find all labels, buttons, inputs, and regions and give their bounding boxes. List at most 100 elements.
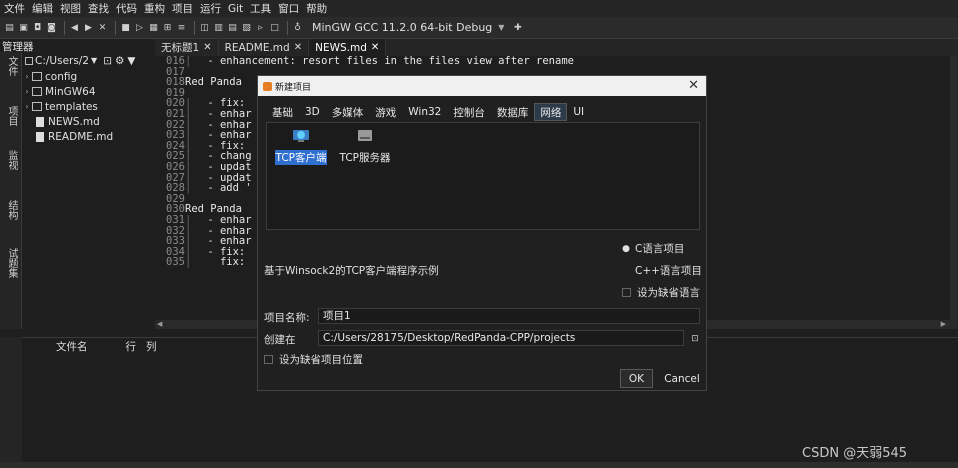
options-icon[interactable]: ≡ — [176, 22, 187, 33]
editor-vertical-scrollbar[interactable] — [950, 56, 958, 320]
run-icon[interactable]: ▷ — [134, 22, 145, 33]
toolbar: ▤ ▣ ◘ ◙ ◀ ▶ ✕ ■ ▷ ▦ ⊞ ≡ ◫ ▥ ▤ ▧ ▹ □ ♁ Mi… — [0, 17, 958, 39]
menu-git[interactable]: Git — [228, 3, 243, 15]
tab-project[interactable]: 项目 — [3, 106, 19, 126]
tree-item-news[interactable]: NEWS.md — [22, 114, 150, 129]
status-bar — [0, 462, 958, 468]
code-text: - enhancement: resort files in the files… — [201, 56, 574, 67]
radio-cpp-project[interactable]: C++语言项目 — [622, 263, 702, 278]
menu-window[interactable]: 窗口 — [278, 1, 299, 16]
template-tcp-server[interactable]: TCP服务器 — [337, 128, 393, 165]
profile-icon[interactable]: ♁ — [292, 22, 303, 33]
path-bar[interactable]: C:/Users/2 ▼ ⊡ ⚙ ▼ — [22, 52, 150, 69]
tab-console[interactable]: 控制台 — [447, 103, 491, 121]
settings-icon[interactable]: ⚙ — [115, 55, 124, 67]
scroll-left-icon[interactable]: ◀ — [157, 320, 162, 328]
chevron-down-icon: ▼ — [498, 23, 505, 32]
code-text: - enhar — [201, 107, 252, 120]
step-over-icon[interactable]: ▥ — [213, 22, 224, 33]
scroll-right-icon[interactable]: ▶ — [941, 320, 946, 328]
radio-c-project[interactable]: ● C语言项目 — [622, 241, 684, 256]
cancel-button[interactable]: Cancel — [663, 369, 701, 388]
menu-project[interactable]: 项目 — [172, 1, 193, 16]
stop-icon[interactable]: □ — [269, 22, 280, 33]
compiler-options-icon[interactable]: ✚ — [512, 22, 523, 33]
checkbox-default-language[interactable]: 设为缺省语言 — [622, 285, 700, 300]
menu-view[interactable]: 视图 — [60, 1, 81, 16]
menu-edit[interactable]: 编辑 — [32, 1, 53, 16]
template-tcp-client[interactable]: TCP客户端 — [273, 128, 329, 165]
location-input[interactable]: C:/Users/28175/Desktop/RedPanda-CPP/proj… — [318, 330, 684, 346]
close-icon[interactable]: ✕ — [203, 42, 211, 53]
tab-watch[interactable]: 监视 — [3, 150, 19, 170]
compile-icon[interactable]: ■ — [120, 22, 131, 33]
tree-item-mingw64[interactable]: › MinGW64 — [22, 84, 150, 99]
tab-readme[interactable]: README.md ✕ — [219, 39, 310, 56]
col-line[interactable]: 行 — [126, 339, 137, 354]
tab-files[interactable]: 文件 — [3, 56, 19, 76]
open-file-icon[interactable]: ▣ — [18, 22, 29, 33]
save-all-icon[interactable]: ◙ — [46, 22, 57, 33]
folder-icon — [32, 72, 42, 81]
tab-3d[interactable]: 3D — [299, 103, 326, 121]
checkbox-default-location[interactable]: 设为缺省项目位置 — [264, 352, 363, 367]
tab-game[interactable]: 游戏 — [369, 103, 402, 121]
tab-problem-set[interactable]: 试题集 — [3, 248, 19, 278]
continue-icon[interactable]: ▹ — [255, 22, 266, 33]
tab-news[interactable]: NEWS.md ✕ — [309, 39, 387, 56]
tab-untitled[interactable]: 无标题1 ✕ — [155, 39, 219, 56]
col-filename[interactable]: 文件名 — [56, 339, 88, 354]
menu-file[interactable]: 文件 — [4, 1, 25, 16]
new-file-icon[interactable]: ▤ — [4, 22, 15, 33]
menu-refactor[interactable]: 重构 — [144, 1, 165, 16]
menu-search[interactable]: 查找 — [88, 1, 109, 16]
file-icon — [36, 131, 44, 142]
browse-folder-icon[interactable]: ⊡ — [689, 334, 701, 346]
back-icon[interactable]: ◀ — [69, 22, 80, 33]
col-column[interactable]: 列 — [146, 339, 157, 354]
menu-help[interactable]: 帮助 — [306, 1, 327, 16]
tab-basic[interactable]: 基础 — [266, 103, 299, 121]
menu-run[interactable]: 运行 — [200, 1, 221, 16]
tab-database[interactable]: 数据库 — [491, 103, 535, 121]
code-text: fix: — [201, 256, 246, 269]
tab-win32[interactable]: Win32 — [402, 103, 447, 121]
tree-item-label: config — [45, 70, 78, 83]
debug-icon[interactable]: ◫ — [199, 22, 210, 33]
project-name-input[interactable]: 项目1 — [318, 308, 700, 324]
close-icon[interactable]: ✕ — [688, 78, 699, 93]
step-into-icon[interactable]: ▤ — [227, 22, 238, 33]
locate-icon[interactable]: ⊡ — [103, 55, 112, 67]
rebuild-icon[interactable]: ⊞ — [162, 22, 173, 33]
close-icon[interactable]: ✕ — [371, 42, 379, 53]
tab-structure[interactable]: 结构 — [3, 200, 19, 220]
step-out-icon[interactable]: ▧ — [241, 22, 252, 33]
tree-item-config[interactable]: › config — [22, 69, 150, 84]
close-icon[interactable]: ✕ — [294, 42, 302, 53]
code-icon[interactable]: ✕ — [97, 22, 108, 33]
forward-icon[interactable]: ▶ — [83, 22, 94, 33]
folder-icon — [25, 56, 33, 65]
tab-label: NEWS.md — [315, 41, 367, 54]
save-icon[interactable]: ◘ — [32, 22, 43, 33]
chevron-right-icon: › — [25, 102, 29, 111]
menu-code[interactable]: 代码 — [116, 1, 137, 16]
tree-item-readme[interactable]: README.md — [22, 129, 150, 144]
tree-item-templates[interactable]: › templates — [22, 99, 150, 114]
menu-tools[interactable]: 工具 — [250, 1, 271, 16]
ok-button[interactable]: OK — [620, 369, 653, 388]
tab-multimedia[interactable]: 多媒体 — [326, 103, 370, 121]
line-number: 031 — [166, 213, 185, 226]
compile-run-icon[interactable]: ▦ — [148, 22, 159, 33]
fold-guide: | — [185, 182, 192, 195]
server-icon — [358, 130, 372, 141]
tab-ui[interactable]: UI — [567, 103, 590, 121]
tab-network[interactable]: 网络 — [534, 103, 568, 121]
line-number: 026 — [166, 160, 185, 173]
compiler-select[interactable]: MinGW GCC 11.2.0 64-bit Debug ▼ — [312, 21, 504, 34]
code-line[interactable]: 016 | - enhancement: resort files in the … — [155, 56, 950, 67]
dialog-title: 新建项目 — [275, 82, 312, 93]
filter-icon[interactable]: ▼ — [127, 55, 135, 67]
toolbar-divider — [115, 20, 116, 35]
globe-monitor-icon — [293, 130, 309, 142]
